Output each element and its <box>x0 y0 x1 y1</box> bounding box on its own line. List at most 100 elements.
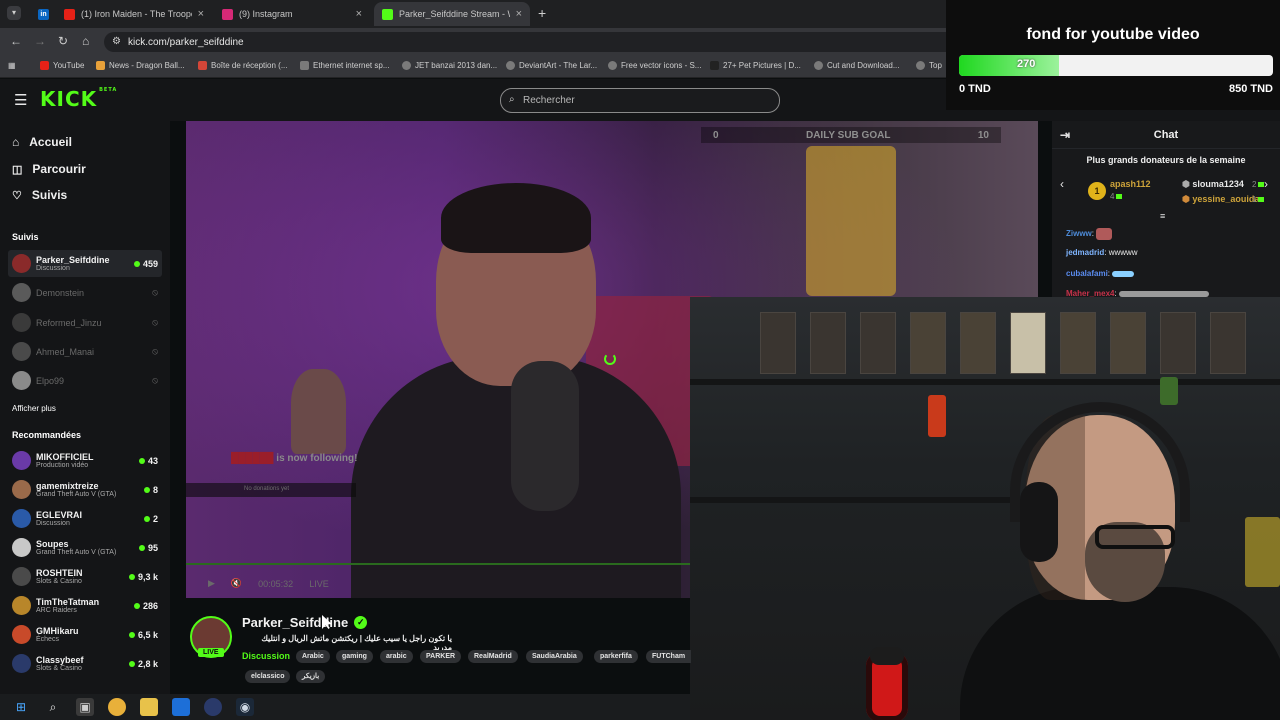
recommended-channel[interactable]: Classybeef Slots & Casino 2,8 k <box>8 650 162 677</box>
followed-channel-ahmed-manai[interactable]: Ahmed_Manai ⦸ <box>8 338 162 365</box>
search-input[interactable]: ⌕ Rechercher <box>500 88 780 113</box>
collectible-box <box>1110 312 1146 374</box>
donation-ticker: No donations yet <box>186 483 356 497</box>
url-field[interactable]: ⚙ kick.com/parker_seifddine <box>104 32 964 52</box>
donor-name[interactable]: ⬢ slouma1234 <box>1182 179 1244 190</box>
avatar <box>12 480 31 499</box>
chrome-icon[interactable] <box>108 698 126 716</box>
bookmark-label: YouTube <box>53 61 85 70</box>
badge-icon: ⬢ <box>1182 179 1193 189</box>
streamer-name-text: Parker_Seifddine <box>242 615 349 630</box>
bookmark-label: News - Dragon Ball... <box>109 61 185 70</box>
chevron-left-icon[interactable]: ‹ <box>1060 177 1064 191</box>
reload-icon[interactable]: ↻ <box>58 34 68 48</box>
sidebar-item-browse[interactable]: ◫ Parcourir <box>12 162 86 176</box>
bookmark-vector-icons[interactable]: Free vector icons - S... <box>608 61 701 70</box>
recommended-channel[interactable]: EGLEVRAI Discussion 2 <box>8 505 162 532</box>
chat-message: cubalafami: <box>1066 269 1135 278</box>
viewer-count: 2,8 k <box>128 659 158 669</box>
donor-name[interactable]: apash112 <box>1110 179 1151 189</box>
stream-tag[interactable]: PARKER <box>420 650 462 663</box>
menu-icon[interactable]: ☰ <box>14 91 27 109</box>
followed-channel-elpo99[interactable]: Elpo99 ⦸ <box>8 367 162 394</box>
bookmark-ethernet[interactable]: Ethernet internet sp... <box>300 61 390 70</box>
stream-tag[interactable]: parkerfifa <box>594 650 638 663</box>
search-icon[interactable]: ⌕ <box>44 698 62 716</box>
tab-instagram[interactable]: (9) Instagram × <box>214 2 370 26</box>
stream-tag[interactable]: RealMadrid <box>468 650 518 663</box>
recommended-channel[interactable]: Soupes Grand Theft Auto V (GTA) 95 <box>8 534 162 561</box>
steam-icon[interactable]: ◉ <box>236 698 254 716</box>
followed-channel-reformed-jinzu[interactable]: Reformed_Jinzu ⦸ <box>8 309 162 336</box>
stream-tag[interactable]: بازيكر <box>296 670 326 683</box>
stream-category[interactable]: Discussion <box>242 651 290 661</box>
tab-youtube[interactable]: (1) Iron Maiden - The Trooper ( × <box>56 2 212 26</box>
new-tab-icon[interactable]: + <box>538 5 546 21</box>
close-icon[interactable]: × <box>356 8 362 20</box>
sidebar-item-home[interactable]: ⌂ Accueil <box>12 135 72 149</box>
donor-name[interactable]: ⬢ yessine_aouida <box>1182 194 1259 205</box>
tab-linkedin[interactable]: in <box>30 2 52 26</box>
kick-logo[interactable]: KICK BETA <box>40 87 117 111</box>
followed-channel-parker[interactable]: Parker_Seifddine Discussion 459 <box>8 250 162 277</box>
stream-tag[interactable]: elclassico <box>245 670 291 683</box>
forward-icon[interactable]: → <box>34 34 46 48</box>
tab-search-chevron-icon[interactable]: ▾ <box>7 6 21 20</box>
bookmark-youtube[interactable]: YouTube <box>40 61 84 70</box>
stream-tag[interactable]: SaudiaArabia <box>526 650 583 663</box>
heart-icon: ♡ <box>12 189 22 202</box>
bookmark-cut-download[interactable]: Cut and Download... <box>814 61 900 70</box>
stream-tag[interactable]: gaming <box>336 650 373 663</box>
sidebar-item-following[interactable]: ♡ Suivis <box>12 188 67 202</box>
bookmark-top[interactable]: Top <box>916 61 942 70</box>
collapse-chat-icon[interactable]: ⇥ <box>1060 128 1070 142</box>
avatar <box>12 625 31 644</box>
bookmark-pet-pictures[interactable]: 27+ Pet Pictures | D... <box>710 61 801 70</box>
recommended-channel[interactable]: GMHikaru Échecs 6,5 k <box>8 621 162 648</box>
url-text: kick.com/parker_seifddine <box>128 36 244 48</box>
pet-icon <box>710 61 719 70</box>
stream-tag[interactable]: FUTCham <box>646 650 692 663</box>
mail-icon[interactable] <box>172 698 190 716</box>
bookmark-gmail[interactable]: Boîte de réception (... <box>198 61 288 70</box>
bookmark-dragonball[interactable]: News - Dragon Ball... <box>96 61 185 70</box>
chat-username[interactable]: jedmadrid <box>1066 248 1104 257</box>
folder-icon[interactable] <box>140 698 158 716</box>
chat-username[interactable]: cubalafami <box>1066 269 1108 278</box>
expand-donors-icon[interactable]: ≡ <box>1160 211 1165 221</box>
top-donors-title: Plus grands donateurs de la semaine <box>1086 155 1246 165</box>
channel-name: Soupes <box>36 539 69 549</box>
streamer-name[interactable]: Parker_Seifddine ✓ <box>242 615 368 630</box>
close-icon[interactable]: × <box>198 8 204 20</box>
close-icon[interactable]: × <box>516 8 522 20</box>
obs-icon[interactable] <box>204 698 222 716</box>
chat-header: ⇥ Chat <box>1052 121 1280 149</box>
back-icon[interactable]: ← <box>10 34 22 48</box>
tab-title: (1) Iron Maiden - The Trooper ( <box>81 9 192 19</box>
recommended-channel[interactable]: TimTheTatman ARC Raiders 286 <box>8 592 162 619</box>
stream-tag[interactable]: arabic <box>380 650 413 663</box>
recommended-channel[interactable]: gamemixtreize Grand Theft Auto V (GTA) 8 <box>8 476 162 503</box>
recommended-channel[interactable]: MIKOFFICIEL Production vidéo 43 <box>8 447 162 474</box>
bookmark-deviantart[interactable]: DeviantArt - The Lar... <box>506 61 597 70</box>
apps-grid-icon[interactable]: ▦ <box>8 61 16 70</box>
task-view-icon[interactable]: ▣ <box>76 698 94 716</box>
play-icon[interactable]: ▶ <box>208 578 215 589</box>
bookmark-label: Top <box>929 61 942 70</box>
tab-kick[interactable]: Parker_Seifddine Stream - Watc × <box>374 2 530 26</box>
volume-mute-icon[interactable]: 🔇 <box>231 578 242 589</box>
stream-tag[interactable]: Arabic <box>296 650 330 663</box>
recommended-channel[interactable]: ROSHTEIN Slots & Casino 9,3 k <box>8 563 162 590</box>
bookmark-jet-banzai[interactable]: JET banzai 2013 dan... <box>402 61 497 70</box>
goal-min: 0 TND <box>959 83 991 95</box>
site-info-icon[interactable]: ⚙ <box>112 36 121 47</box>
show-more-link[interactable]: Afficher plus <box>12 404 56 413</box>
followed-channel-demonstein[interactable]: Demonstein ⦸ <box>8 279 162 306</box>
live-indicator: LIVE <box>309 578 329 589</box>
chat-username[interactable]: Ziwww <box>1066 229 1092 238</box>
home-icon[interactable]: ⌂ <box>82 34 89 48</box>
collectible-box <box>1010 312 1046 374</box>
chevron-right-icon[interactable]: › <box>1264 177 1268 191</box>
windows-start-icon[interactable]: ⊞ <box>12 698 30 716</box>
avatar <box>12 254 31 273</box>
